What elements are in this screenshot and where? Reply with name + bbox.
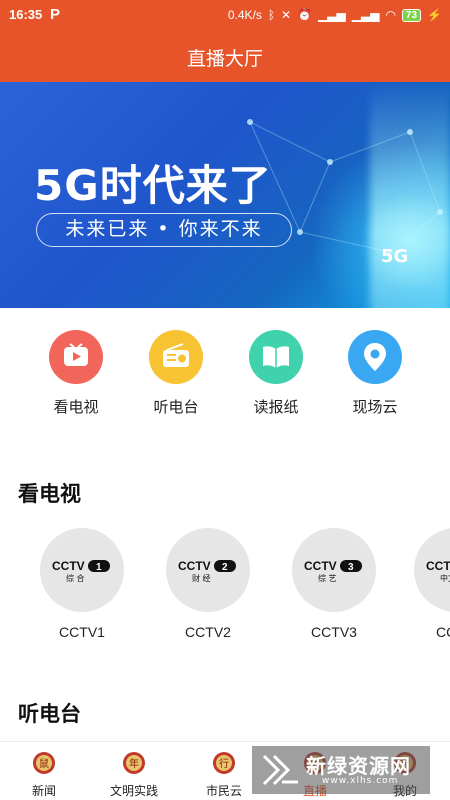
banner-5g-badge: 5G xyxy=(381,246,409,267)
cctv-logo-icon: CCTV 2 财 经 xyxy=(178,559,236,582)
logo-subtitle: 综 合 xyxy=(66,573,85,582)
tab-news[interactable]: 鼠 新闻 xyxy=(9,748,79,799)
quick-action-label: 读报纸 xyxy=(253,398,299,416)
quick-actions: 看电视 听电台 读报纸 现场云 xyxy=(0,308,450,438)
svg-text:CCTV: CCTV xyxy=(52,559,85,573)
quick-action-newspaper[interactable]: 读报纸 xyxy=(236,330,316,417)
section-title-tv: 看电视 xyxy=(18,482,81,506)
channel-label: CCTV3 xyxy=(311,624,357,640)
banner-headline: 5G时代来了 xyxy=(34,161,272,210)
logo-subtitle: 财 经 xyxy=(192,573,211,582)
signal-icon: ▁▃▅ xyxy=(318,8,346,22)
tab-char: 年 xyxy=(129,757,139,770)
lantern-icon: 行 xyxy=(211,748,237,778)
quick-action-watch-tv[interactable]: 看电视 xyxy=(36,330,116,417)
tab-civilization-practice[interactable]: 年 文明实践 xyxy=(99,748,169,799)
quick-action-label: 听电台 xyxy=(153,398,199,416)
wifi-icon: ◠ xyxy=(385,8,396,22)
bluetooth-icon: ᛒ xyxy=(267,8,276,22)
section-title-radio: 听电台 xyxy=(18,702,81,726)
cctv-logo-icon: CCTV 3 综 艺 xyxy=(304,559,362,582)
svg-text:CCTV: CCTV xyxy=(304,559,337,573)
channel-item-cctv2[interactable]: CCTV 2 财 经 CCTV2 xyxy=(163,528,253,640)
channel-logo: CCTV 4 中文 xyxy=(414,528,450,612)
signal-icon-2: ▁▃▅ xyxy=(351,8,380,22)
logo-subtitle: 综 艺 xyxy=(318,573,337,582)
lantern-icon: 鼠 xyxy=(31,748,57,778)
svg-text:CCTV: CCTV xyxy=(178,559,211,573)
tab-label: 文明实践 xyxy=(109,784,158,798)
channel-list: CCTV 1 综 合 CCTV1 CCTV 2 财 经 CCTV2 CCTV 3 xyxy=(0,525,450,655)
channel-logo: CCTV 1 综 合 xyxy=(40,528,124,612)
tab-citizen-cloud[interactable]: 行 市民云 xyxy=(189,748,259,799)
quick-action-live-cloud[interactable]: 现场云 xyxy=(335,330,415,417)
channel-item-cctv1[interactable]: CCTV 1 综 合 CCTV1 xyxy=(37,528,127,640)
radio-icon xyxy=(149,330,203,384)
book-icon xyxy=(249,330,303,384)
logo-subtitle: 中文 xyxy=(440,573,450,582)
title-bar: 直播大厅 xyxy=(0,30,450,82)
channel-item-partial[interactable]: CCTV 4 中文 CC xyxy=(414,528,450,640)
logo-number: 2 xyxy=(222,562,228,573)
promo-banner[interactable]: 5G时代来了 未来已来 • 你来不来 5G xyxy=(0,82,450,308)
channel-logo: CCTV 2 财 经 xyxy=(166,528,250,612)
status-bar: 16:35 P 0.4K/s ᛒ ✕ ⏰ ▁▃▅ ▁▃▅ ◠ 73 ⚡ xyxy=(0,0,450,30)
cctv-logo-icon: CCTV 1 综 合 xyxy=(52,559,110,582)
status-icons: 0.4K/s ᛒ ✕ ⏰ ▁▃▅ ▁▃▅ ◠ 73 ⚡ xyxy=(228,6,442,24)
mute-icon: ✕ xyxy=(281,8,292,22)
channel-label: CC xyxy=(436,624,450,640)
channel-item-cctv3[interactable]: CCTV 3 综 艺 CCTV3 xyxy=(289,528,379,640)
channel-label: CCTV1 xyxy=(59,624,105,640)
battery-indicator: 73 xyxy=(401,8,422,22)
tab-char: 行 xyxy=(219,757,229,770)
tab-label: 新闻 xyxy=(31,784,56,798)
location-pin-icon xyxy=(348,330,402,384)
network-speed: 0.4K/s xyxy=(227,8,262,22)
tab-label: 市民云 xyxy=(205,784,242,798)
watermark-url: www.xlhs.com xyxy=(322,776,399,786)
tv-icon xyxy=(49,330,103,384)
svg-text:CCTV: CCTV xyxy=(426,559,450,573)
watermark-overlay: 新绿资源网 www.xlhs.com xyxy=(252,746,430,794)
watermark-logo-icon xyxy=(262,754,298,786)
watermark-text: 新绿资源网 xyxy=(306,754,411,778)
charging-icon: ⚡ xyxy=(427,8,442,22)
quick-action-label: 看电视 xyxy=(53,398,99,416)
cctv-logo-icon: CCTV 4 中文 xyxy=(426,559,450,582)
page-title: 直播大厅 xyxy=(186,48,263,70)
banner-subtitle: 未来已来 • 你来不来 xyxy=(36,213,292,247)
logo-number: 1 xyxy=(96,562,102,573)
quick-action-radio[interactable]: 听电台 xyxy=(136,330,216,417)
logo-number: 3 xyxy=(348,562,354,573)
lantern-icon: 年 xyxy=(121,748,147,778)
parking-app-icon: P xyxy=(50,6,61,23)
status-time: 16:35 xyxy=(9,7,43,22)
channel-label: CCTV2 xyxy=(185,624,231,640)
tab-char: 鼠 xyxy=(39,757,49,770)
channel-logo: CCTV 3 综 艺 xyxy=(292,528,376,612)
alarm-icon: ⏰ xyxy=(297,8,313,22)
quick-action-label: 现场云 xyxy=(352,398,398,416)
